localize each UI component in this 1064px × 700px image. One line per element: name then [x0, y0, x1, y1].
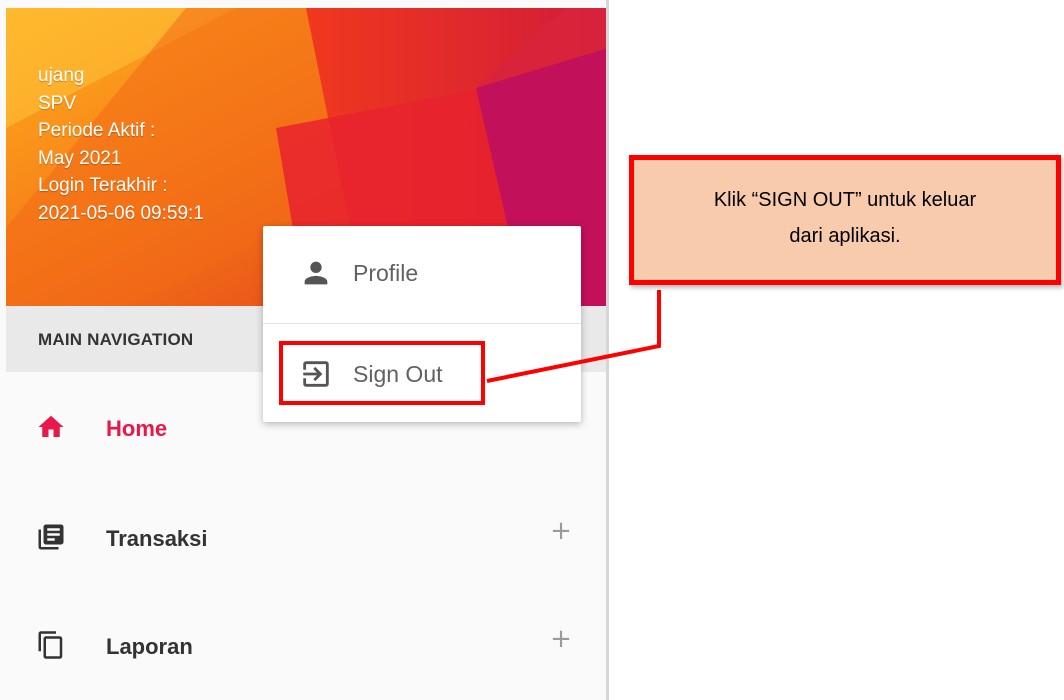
sidebar-border [606, 0, 609, 700]
username: ujang [38, 65, 85, 86]
dropdown-divider [263, 323, 581, 324]
sidebar-item-label: Transaksi [106, 526, 208, 551]
main-navigation-label: MAIN NAVIGATION [38, 330, 194, 349]
annotation-callout: Klik “SIGN OUT” untuk keluar dari aplika… [629, 155, 1061, 285]
expand-plus-icon[interactable]: + [546, 516, 576, 546]
book-icon [38, 524, 64, 550]
sidebar: ujang SPV Periode Aktif : May 2021 Login… [0, 0, 608, 700]
sidebar-item-transaksi[interactable]: Transaksi + [6, 486, 608, 586]
home-icon [38, 415, 64, 437]
last-login-label: Login Terakhir : [38, 175, 168, 196]
sidebar-item-laporan[interactable]: Laporan + [6, 594, 608, 694]
sidebar-item-label: Laporan [106, 634, 193, 659]
dropdown-item-label: Profile [353, 260, 419, 286]
period-value: May 2021 [38, 147, 122, 169]
period-label: Periode Aktif : [38, 120, 156, 141]
expand-plus-icon[interactable]: + [546, 624, 576, 654]
last-login-value: 2021-05-06 09:59:1 [38, 202, 204, 224]
callout-text: Klik “SIGN OUT” untuk keluar dari aplika… [713, 189, 977, 247]
sidebar-item-label: Home [106, 416, 168, 441]
copy-icon [38, 631, 63, 659]
user-info: ujang SPV Periode Aktif : May 2021 Login… [38, 62, 204, 227]
screenshot-root: ujang SPV Periode Aktif : May 2021 Login… [0, 0, 1064, 700]
user-role: SPV [38, 92, 77, 114]
person-icon [304, 261, 328, 285]
sign-out-highlight-box [279, 341, 485, 405]
dropdown-item-profile[interactable]: Profile [263, 226, 581, 322]
